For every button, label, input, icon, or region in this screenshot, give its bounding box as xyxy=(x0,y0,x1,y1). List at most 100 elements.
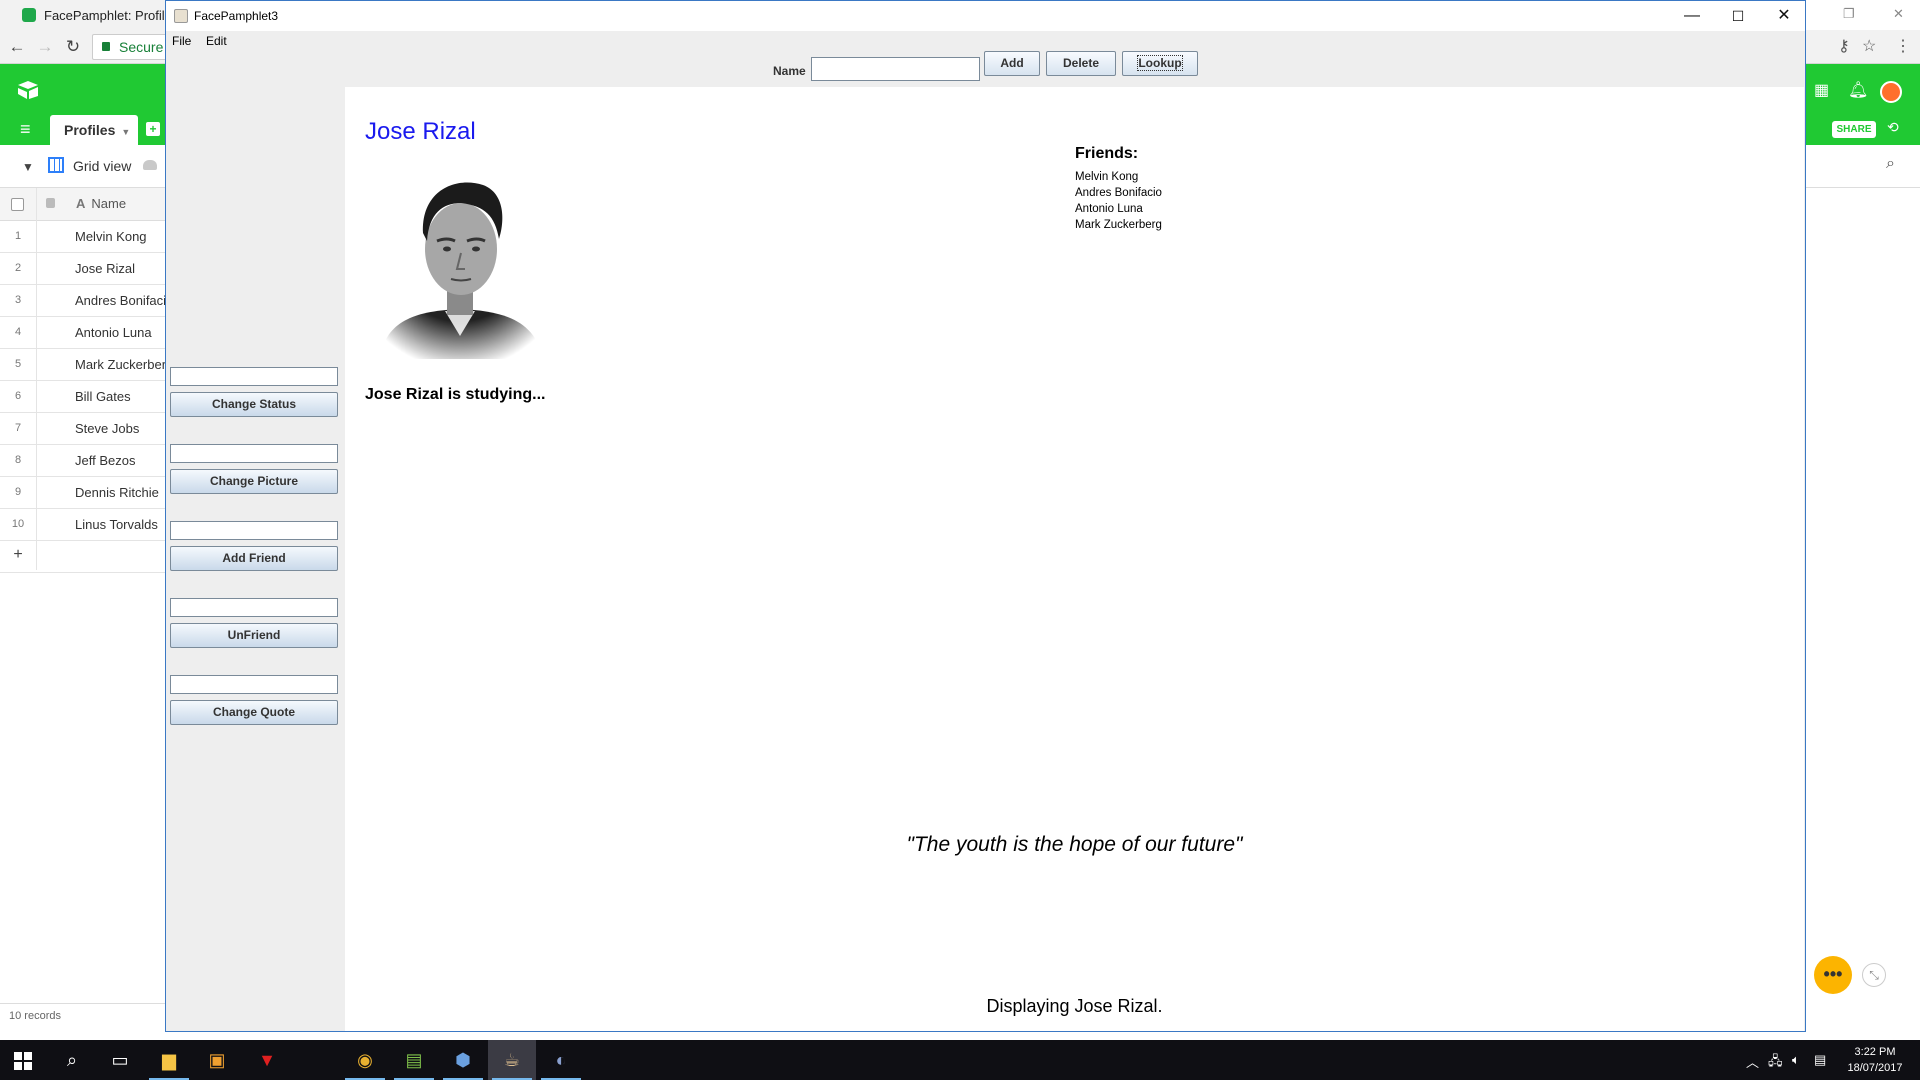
window-title: FacePamphlet3 xyxy=(194,9,279,23)
table-row[interactable]: 5 Mark Zuckerberg xyxy=(0,349,173,381)
quote-field[interactable] xyxy=(170,675,338,694)
status-field[interactable] xyxy=(170,367,338,386)
search-icon[interactable]: ⌕ xyxy=(48,1040,96,1080)
add-friend-field[interactable] xyxy=(170,521,338,540)
file-explorer-icon[interactable]: ▆ xyxy=(145,1040,193,1080)
list-item: Antonio Luna xyxy=(1075,203,1143,215)
browser-restore-icon[interactable]: ❐ xyxy=(1843,6,1855,22)
change-quote-button[interactable]: Change Quote xyxy=(170,700,338,725)
browser-menu-icon[interactable]: ⋮ xyxy=(1895,36,1911,56)
list-item: Andres Bonifacio xyxy=(1075,187,1162,199)
row-name-cell[interactable]: Mark Zuckerberg xyxy=(75,357,173,372)
browser-tab[interactable]: FacePamphlet: Profiles xyxy=(0,0,170,30)
address-bar[interactable]: Secure xyxy=(92,34,172,60)
change-status-button[interactable]: Change Status xyxy=(170,392,338,417)
row-number: 3 xyxy=(14,294,22,306)
name-column-header[interactable]: A Name xyxy=(76,196,126,211)
add-table-icon[interactable]: + xyxy=(146,122,160,136)
virtualbox-icon[interactable]: ⬢ xyxy=(439,1040,487,1080)
row-name-cell[interactable]: Steve Jobs xyxy=(75,421,139,436)
table-row[interactable]: 9 Dennis Ritchie xyxy=(0,477,170,509)
table-row[interactable]: 6 Bill Gates xyxy=(0,381,170,413)
bell-icon[interactable]: 🔔︎ xyxy=(1848,80,1868,100)
app-icon-orange[interactable]: ▣ xyxy=(193,1040,241,1080)
view-name[interactable]: Grid view xyxy=(73,158,131,174)
row-name-cell[interactable]: Dennis Ritchie xyxy=(75,485,159,500)
avatar[interactable] xyxy=(1880,81,1902,103)
hamburger-menu-icon[interactable]: ≡ xyxy=(20,120,31,138)
unfriend-button[interactable]: UnFriend xyxy=(170,623,338,648)
row-name-cell[interactable]: Bill Gates xyxy=(75,389,131,404)
notepad-icon[interactable]: ▤ xyxy=(390,1040,438,1080)
table-row[interactable]: 2 Jose Rizal xyxy=(0,253,170,285)
delete-button[interactable]: Delete xyxy=(1046,51,1116,76)
add-row-button[interactable]: + xyxy=(0,541,170,573)
row-name-cell[interactable]: Jeff Bezos xyxy=(75,453,135,468)
row-name-cell[interactable]: Jose Rizal xyxy=(75,261,135,276)
name-input[interactable] xyxy=(811,57,980,81)
browser-close-icon[interactable]: ✕ xyxy=(1893,6,1904,22)
reload-icon[interactable]: ↻ xyxy=(64,38,82,56)
task-view-icon[interactable]: ▭ xyxy=(96,1040,144,1080)
view-caret-icon[interactable]: ▼ xyxy=(22,160,34,174)
facepamphlet-window: FacePamphlet3 — ☐ ✕ File Edit Name Add D… xyxy=(165,0,1806,1032)
table-row[interactable]: 10 Linus Torvalds xyxy=(0,509,170,541)
change-picture-button[interactable]: Change Picture xyxy=(170,469,338,494)
row-name-cell[interactable]: Melvin Kong xyxy=(75,229,147,244)
picture-field[interactable] xyxy=(170,444,338,463)
table-row[interactable]: 7 Steve Jobs xyxy=(0,413,170,445)
app-message: Displaying Jose Rizal. xyxy=(986,996,1163,1016)
more-options-button[interactable]: ••• xyxy=(1814,956,1852,994)
table-row[interactable]: 4 Antonio Luna xyxy=(0,317,170,349)
search-icon[interactable]: ⌕ xyxy=(1886,155,1895,173)
history-icon[interactable]: ⟲ xyxy=(1887,119,1899,136)
forward-arrow-icon[interactable]: → xyxy=(36,38,54,56)
chevron-down-icon[interactable]: ▼ xyxy=(121,127,130,137)
grid-footer-divider xyxy=(0,1003,170,1004)
profile-quote: "The youth is the hope of our future" xyxy=(906,833,1243,856)
app-icon-red[interactable]: ▼ xyxy=(243,1040,291,1080)
back-arrow-icon[interactable]: ← xyxy=(8,38,26,56)
menu-edit[interactable]: Edit xyxy=(206,34,227,48)
unfriend-field[interactable] xyxy=(170,598,338,617)
taskbar-clock[interactable]: 3:22 PM 18/07/2017 xyxy=(1840,1044,1910,1076)
row-name-cell[interactable]: Linus Torvalds xyxy=(75,517,158,532)
chrome-icon[interactable]: ◉ xyxy=(341,1040,389,1080)
share-button[interactable]: SHARE xyxy=(1832,121,1876,138)
browser-tab-title: FacePamphlet: Profiles xyxy=(44,7,169,23)
table-row[interactable]: 1 Melvin Kong xyxy=(0,221,170,253)
select-all-checkbox[interactable] xyxy=(11,198,24,211)
java-icon[interactable]: ☕︎ xyxy=(488,1040,536,1080)
network-icon[interactable]: 🖧︎ xyxy=(1768,1052,1783,1074)
key-icon[interactable]: ⚷ xyxy=(1838,36,1850,56)
notification-icon[interactable]: ▤ xyxy=(1814,1052,1826,1068)
row-name-cell[interactable]: Andres Bonifacio xyxy=(75,293,173,308)
profile-status: Jose Rizal is studying... xyxy=(365,386,546,403)
windows-start-icon[interactable] xyxy=(14,1052,32,1070)
secure-label: Secure xyxy=(119,39,164,55)
tray-chevron-icon[interactable]: ︿ xyxy=(1746,1052,1759,1071)
apps-grid-icon[interactable]: ▦ xyxy=(1814,80,1829,100)
row-number: 7 xyxy=(14,422,22,434)
airtable-logo-icon[interactable] xyxy=(16,80,40,100)
add-friend-button[interactable]: Add Friend xyxy=(170,546,338,571)
eclipse-icon[interactable]: ◐ xyxy=(537,1040,585,1080)
minimize-icon[interactable]: — xyxy=(1669,1,1715,31)
volume-icon[interactable]: 🔈︎ xyxy=(1792,1052,1800,1068)
lookup-button[interactable]: Lookup xyxy=(1122,51,1198,76)
bookmark-star-icon[interactable]: ☆ xyxy=(1862,36,1876,56)
menu-file[interactable]: File xyxy=(172,34,191,48)
row-number: 4 xyxy=(14,326,22,338)
window-titlebar[interactable]: FacePamphlet3 — ☐ ✕ xyxy=(166,1,1805,31)
airtable-favicon-icon xyxy=(22,8,36,22)
collapse-icon[interactable]: ⤡ xyxy=(1862,963,1886,987)
table-tab-profiles[interactable]: Profiles ▼ xyxy=(50,115,138,145)
table-row[interactable]: 8 Jeff Bezos xyxy=(0,445,170,477)
close-icon[interactable]: ✕ xyxy=(1761,1,1807,31)
add-button[interactable]: Add xyxy=(984,51,1040,76)
maximize-icon[interactable]: ☐ xyxy=(1715,1,1761,31)
row-name-cell[interactable]: Antonio Luna xyxy=(75,325,152,340)
table-row[interactable]: 3 Andres Bonifacio xyxy=(0,285,173,317)
row-number: 5 xyxy=(14,358,22,370)
row-number: 9 xyxy=(14,486,22,498)
